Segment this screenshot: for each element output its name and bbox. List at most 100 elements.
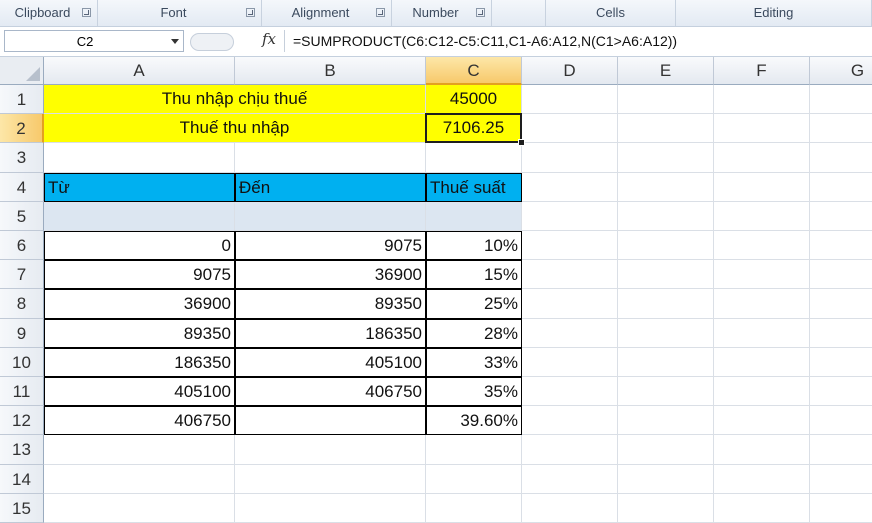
cell-f12[interactable]: [714, 406, 810, 436]
cell-c1[interactable]: 45000: [426, 85, 522, 115]
cell-f5[interactable]: [714, 201, 810, 231]
cell-d13[interactable]: [522, 435, 618, 465]
row-header-10[interactable]: 10: [0, 347, 44, 377]
cell-a13[interactable]: [44, 435, 235, 465]
cell-b15[interactable]: [235, 493, 426, 523]
cell-a11[interactable]: 405100: [44, 377, 235, 407]
cell-e13[interactable]: [618, 435, 714, 465]
cell-f11[interactable]: [714, 377, 810, 407]
cell-b5[interactable]: [235, 201, 426, 231]
cell-d4[interactable]: [522, 172, 618, 202]
cell-b8[interactable]: 89350: [235, 289, 426, 319]
cell-a10[interactable]: 186350: [44, 347, 235, 377]
cell-f9[interactable]: [714, 318, 810, 348]
cell-a14[interactable]: [44, 464, 235, 494]
cell-e1[interactable]: [618, 85, 714, 115]
cell-d11[interactable]: [522, 377, 618, 407]
cell-f6[interactable]: [714, 231, 810, 261]
cell-c6[interactable]: 10%: [426, 231, 522, 261]
row-header-4[interactable]: 4: [0, 172, 44, 202]
column-header-d[interactable]: D: [522, 57, 618, 85]
cell-c13[interactable]: [426, 435, 522, 465]
dialog-launcher-icon[interactable]: [476, 8, 485, 17]
cell-c11[interactable]: 35%: [426, 377, 522, 407]
row-header-15[interactable]: 15: [0, 493, 44, 523]
cell-d14[interactable]: [522, 464, 618, 494]
cell-g6[interactable]: [810, 231, 872, 261]
cell-f3[interactable]: [714, 143, 810, 173]
cell-d5[interactable]: [522, 201, 618, 231]
chevron-down-icon[interactable]: [171, 39, 179, 44]
cell-g3[interactable]: [810, 143, 872, 173]
cell-a15[interactable]: [44, 493, 235, 523]
cell-g14[interactable]: [810, 465, 872, 494]
row-header-5[interactable]: 5: [0, 201, 44, 231]
cell-g15[interactable]: [810, 494, 872, 523]
cell-b13[interactable]: [235, 435, 426, 465]
dialog-launcher-icon[interactable]: [82, 8, 91, 17]
cell-e10[interactable]: [618, 347, 714, 377]
cell-c14[interactable]: [426, 464, 522, 494]
cell-b12[interactable]: [235, 406, 426, 436]
cell-b14[interactable]: [235, 464, 426, 494]
row-header-7[interactable]: 7: [0, 260, 44, 290]
formula-bar-splitter[interactable]: [190, 33, 234, 51]
column-header-e[interactable]: E: [618, 57, 714, 85]
cell-f1[interactable]: [714, 85, 810, 115]
cell-b9[interactable]: 186350: [235, 318, 426, 348]
cell-f13[interactable]: [714, 435, 810, 465]
cell-a4[interactable]: Từ: [44, 172, 235, 202]
row-header-9[interactable]: 9: [0, 318, 44, 348]
cell-f7[interactable]: [714, 260, 810, 290]
cell-b4[interactable]: Đến: [235, 172, 426, 202]
cell-d6[interactable]: [522, 231, 618, 261]
row-header-3[interactable]: 3: [0, 143, 44, 173]
cell-g9[interactable]: [810, 319, 872, 348]
cell-a6[interactable]: 0: [44, 231, 235, 261]
cell-e12[interactable]: [618, 406, 714, 436]
cell-f8[interactable]: [714, 289, 810, 319]
cell-c9[interactable]: 28%: [426, 318, 522, 348]
column-header-c[interactable]: C: [426, 57, 522, 85]
dialog-launcher-icon[interactable]: [246, 8, 255, 17]
fill-handle[interactable]: [518, 139, 525, 147]
cell-c12[interactable]: 39.60%: [426, 406, 522, 436]
cell-g10[interactable]: [810, 348, 872, 377]
cell-f14[interactable]: [714, 464, 810, 494]
column-header-g[interactable]: G: [810, 57, 872, 85]
cell-d3[interactable]: [522, 143, 618, 173]
cell-a2[interactable]: Thuế thu nhập: [44, 114, 426, 144]
cell-g5[interactable]: [810, 202, 872, 231]
column-header-f[interactable]: F: [714, 57, 810, 85]
cell-g11[interactable]: [810, 377, 872, 407]
cell-c3[interactable]: [426, 143, 522, 173]
cell-g12[interactable]: [810, 406, 872, 436]
cell-d2[interactable]: [522, 114, 618, 144]
cell-e14[interactable]: [618, 464, 714, 494]
row-header-2[interactable]: 2: [0, 114, 44, 144]
row-header-13[interactable]: 13: [0, 435, 44, 465]
row-header-11[interactable]: 11: [0, 377, 44, 407]
cell-e15[interactable]: [618, 493, 714, 523]
cell-a5[interactable]: [44, 201, 235, 231]
cell-d9[interactable]: [522, 318, 618, 348]
cell-d10[interactable]: [522, 347, 618, 377]
insert-function-icon[interactable]: fx: [262, 30, 276, 48]
name-box[interactable]: C2: [4, 30, 184, 52]
cell-b7[interactable]: 36900: [235, 260, 426, 290]
cell-a3[interactable]: [44, 143, 235, 173]
cell-e9[interactable]: [618, 318, 714, 348]
cell-g13[interactable]: [810, 435, 872, 465]
cell-d8[interactable]: [522, 289, 618, 319]
cell-c15[interactable]: [426, 493, 522, 523]
cell-c7[interactable]: 15%: [426, 260, 522, 290]
cell-a8[interactable]: 36900: [44, 289, 235, 319]
cell-d1[interactable]: [522, 85, 618, 115]
cell-g2[interactable]: [810, 114, 872, 144]
cell-b11[interactable]: 406750: [235, 377, 426, 407]
cell-a9[interactable]: 89350: [44, 318, 235, 348]
cell-g7[interactable]: [810, 260, 872, 290]
cell-e2[interactable]: [618, 114, 714, 144]
select-all-corner[interactable]: [0, 57, 44, 85]
cell-g8[interactable]: [810, 289, 872, 319]
